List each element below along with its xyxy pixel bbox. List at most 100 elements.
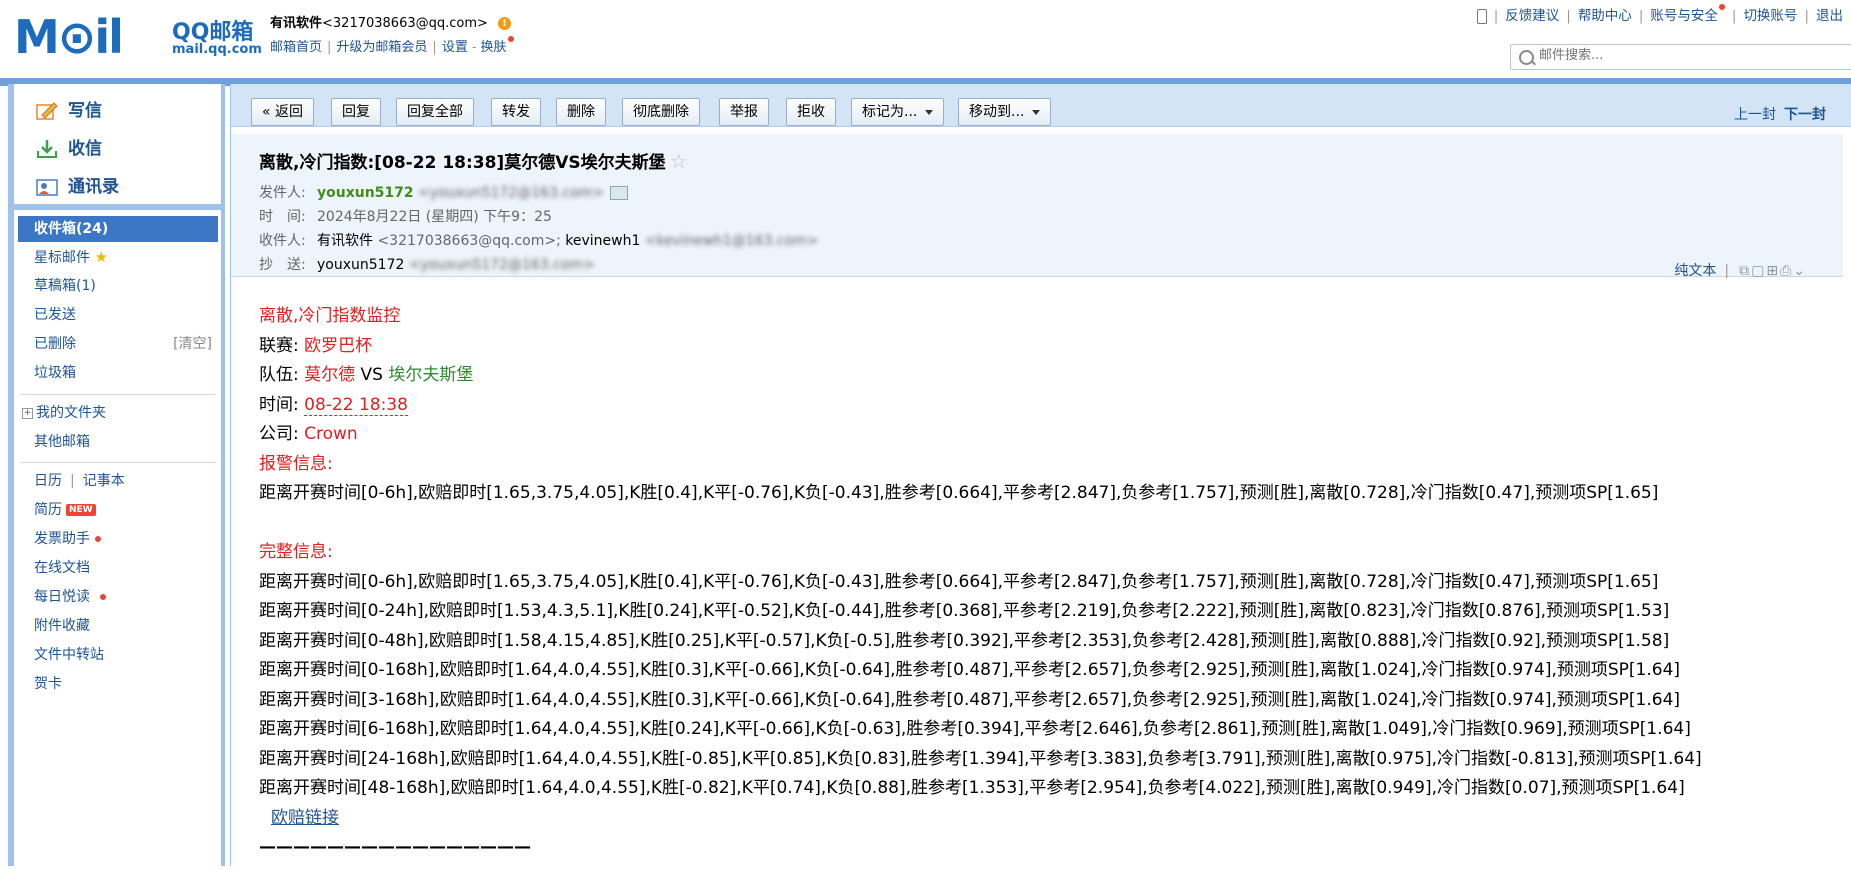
logout-link[interactable]: 退出 xyxy=(1816,8,1843,24)
folder-sent[interactable]: 已发送 xyxy=(18,302,218,328)
full-info-line: 距离开赛时间[24-168h],欧赔即时[1.64,4.0,4.55],K胜[-… xyxy=(259,748,1702,769)
warning-icon[interactable]: ! xyxy=(498,17,512,30)
account-security-link[interactable]: 账号与安全 xyxy=(1650,8,1718,24)
folder-inbox[interactable]: 收件箱(24) xyxy=(18,216,218,242)
contacts-button[interactable]: 通讯录 xyxy=(36,172,119,198)
mail-pager: 上一封 下一封 xyxy=(1734,104,1826,124)
tool-attachments[interactable]: 附件收藏 xyxy=(18,613,218,639)
header: M⊙il QQ邮箱 mail.qq.com 有讯软件<3217038663@qq… xyxy=(0,0,1851,80)
help-center-link[interactable]: 帮助中心 xyxy=(1578,8,1632,24)
cc-row: 抄 送: youxun5172 <youxun5172@163.com> xyxy=(259,257,595,273)
window-toolbar-icons[interactable]: ⧉▢⊞⎙⌄ xyxy=(1739,263,1807,279)
back-button[interactable]: « 返回 xyxy=(251,98,315,126)
tool-invoice[interactable]: 发票助手 xyxy=(18,526,218,552)
mailbox-home-link[interactable]: 邮箱首页 xyxy=(270,40,322,55)
company-row: 公司: Crown xyxy=(259,424,358,444)
settings-link[interactable]: 设置 xyxy=(442,40,468,55)
compose-button[interactable]: 写信 xyxy=(36,96,102,122)
account-name: 有讯软件 xyxy=(270,16,323,31)
tool-online-docs[interactable]: 在线文档 xyxy=(18,555,218,581)
add-contact-icon[interactable] xyxy=(610,186,629,200)
feedback-link[interactable]: 反馈建议 xyxy=(1505,8,1559,24)
home-team: 莫尔德 xyxy=(304,365,356,385)
alert-label: 报警信息: xyxy=(259,453,333,474)
recipient-address: <3217038663@qq.com>; xyxy=(377,233,561,249)
folder-junk[interactable]: 垃圾箱 xyxy=(18,360,218,386)
caret-down-icon xyxy=(1032,109,1041,115)
recipient-name[interactable]: 有讯软件 xyxy=(317,233,373,249)
odds-link[interactable]: 欧赔链接 xyxy=(271,808,339,828)
folder-deleted[interactable]: 已删除 [清空] xyxy=(18,331,218,357)
away-team: 埃尔夫斯堡 xyxy=(388,365,474,385)
mark-as-dropdown[interactable]: 标记为... xyxy=(851,98,945,126)
delete-permanently-button[interactable]: 彻底删除 xyxy=(622,98,700,126)
delete-button[interactable]: 删除 xyxy=(556,98,606,126)
report-spam-button[interactable]: 举报 xyxy=(719,98,769,126)
forward-button[interactable]: 转发 xyxy=(491,98,541,126)
mobile-icon[interactable] xyxy=(1476,8,1487,24)
expand-plus-icon[interactable]: + xyxy=(22,407,33,419)
calendar-link[interactable]: 日历 xyxy=(34,473,62,489)
folder-drafts[interactable]: 草稿箱(1) xyxy=(18,273,218,299)
cc-address: <youxun5172@163.com> xyxy=(408,257,595,273)
move-to-dropdown[interactable]: 移动到... xyxy=(958,98,1052,126)
view-options: 纯文本 | ⧉▢⊞⎙⌄ xyxy=(1674,263,1807,279)
clear-trash-link[interactable]: [清空] xyxy=(173,331,212,357)
receive-button[interactable]: 收信 xyxy=(36,134,102,160)
cc-name[interactable]: youxun5172 xyxy=(317,257,404,273)
star-outline-icon[interactable]: ☆ xyxy=(670,149,688,173)
compose-icon xyxy=(36,101,58,121)
upgrade-vip-link[interactable]: 升级为邮箱会员 xyxy=(336,40,427,55)
quick-actions: 写信 收信 通讯录 xyxy=(14,84,221,204)
to-row: 收件人: 有讯软件 <3217038663@qq.com>; kevinewh1 … xyxy=(259,233,819,249)
divider xyxy=(20,462,216,463)
tool-file-transfer[interactable]: 文件中转站 xyxy=(18,642,218,668)
match-time[interactable]: 08-22 18:38 xyxy=(304,394,408,416)
full-info-line: 距离开赛时间[0-24h],欧赔即时[1.53,4.3,5.1],K胜[0.24… xyxy=(259,601,1670,621)
next-mail-link[interactable]: 下一封 xyxy=(1784,107,1826,123)
mail-search-input[interactable] xyxy=(1537,47,1841,64)
caret-down-icon xyxy=(925,109,934,115)
folder-other-mailboxes[interactable]: 其他邮箱 xyxy=(18,429,218,455)
reply-button[interactable]: 回复 xyxy=(331,98,381,126)
tool-daily-reading[interactable]: 每日悦读 xyxy=(18,584,218,610)
alert-line: 距离开赛时间[0-6h],欧赔即时[1.65,3.75,4.05],K胜[0.4… xyxy=(259,483,1659,503)
previous-mail-link[interactable]: 上一封 xyxy=(1734,107,1776,123)
folder-starred[interactable]: 星标邮件 ★ xyxy=(18,244,218,270)
sender-name[interactable]: youxun5172 xyxy=(317,185,414,201)
mail-view: « 返回 回复 回复全部 转发 删除 彻底删除 举报 拒收 标记为... 移动到… xyxy=(230,84,1851,866)
notification-dot xyxy=(95,536,102,542)
reply-all-button[interactable]: 回复全部 xyxy=(396,98,474,126)
inbox-download-icon xyxy=(36,139,58,159)
switch-account-link[interactable]: 切换账号 xyxy=(1743,8,1797,24)
tool-resume[interactable]: 简历 NEW xyxy=(18,497,218,523)
full-info-line: 距离开赛时间[0-48h],欧赔即时[1.58,4.15,4.85],K胜[0.… xyxy=(259,630,1670,651)
account-info: 有讯软件<3217038663@qq.com> ! xyxy=(270,12,512,31)
time-row: 时间: 08-22 18:38 xyxy=(259,394,408,416)
full-info-label: 完整信息: xyxy=(259,542,333,562)
star-icon: ★ xyxy=(94,248,108,266)
full-info-line: 距离开赛时间[0-168h],欧赔即时[1.64,4.0,4.55],K胜[0.… xyxy=(259,660,1681,680)
account-email: <3217038663@qq.com> xyxy=(322,16,488,31)
league-name: 欧罗巴杯 xyxy=(304,335,373,356)
tool-greeting-cards[interactable]: 贺卡 xyxy=(18,671,218,697)
skin-link[interactable]: 换肤 xyxy=(481,40,507,55)
sender-address: <youxun5172@163.com> xyxy=(418,185,605,201)
odds-link-row: 欧赔链接 xyxy=(259,804,1702,834)
qq-mail-logo[interactable]: M⊙il QQ邮箱 mail.qq.com xyxy=(14,10,262,64)
new-badge: NEW xyxy=(66,504,96,516)
mail-search-box[interactable] xyxy=(1510,44,1851,70)
notification-dot xyxy=(1718,4,1725,10)
top-right-links: | 反馈建议 | 帮助中心 | 账号与安全 | 切换账号 | 退出 xyxy=(1476,4,1843,24)
recipient-name[interactable]: kevinewh1 xyxy=(565,233,640,249)
left-nav: 写信 收信 通讯录 收件箱(24) 星标邮件 ★ 草稿箱(1) 已发送 已删除[… xyxy=(8,84,225,870)
notes-link[interactable]: 记事本 xyxy=(83,473,125,489)
time-row: 时 间: 2024年8月22日 (星期四) 下午9：25 xyxy=(259,209,552,225)
full-info-line: 距离开赛时间[3-168h],欧赔即时[1.64,4.0,4.55],K胜[0.… xyxy=(259,689,1681,710)
mail-header: 离散,冷门指数:[08-22 18:38]莫尔德VS埃尔夫斯堡 ☆ 发件人: you… xyxy=(231,134,1843,279)
folder-my-folders[interactable]: + 我的文件夹 xyxy=(18,400,218,426)
plain-text-link[interactable]: 纯文本 xyxy=(1674,263,1716,279)
logo-url: mail.qq.com xyxy=(172,42,262,57)
full-info-line: 距离开赛时间[6-168h],欧赔即时[1.64,4.0,4.55],K胜[0.… xyxy=(259,719,1691,739)
reject-sender-button[interactable]: 拒收 xyxy=(786,98,836,126)
